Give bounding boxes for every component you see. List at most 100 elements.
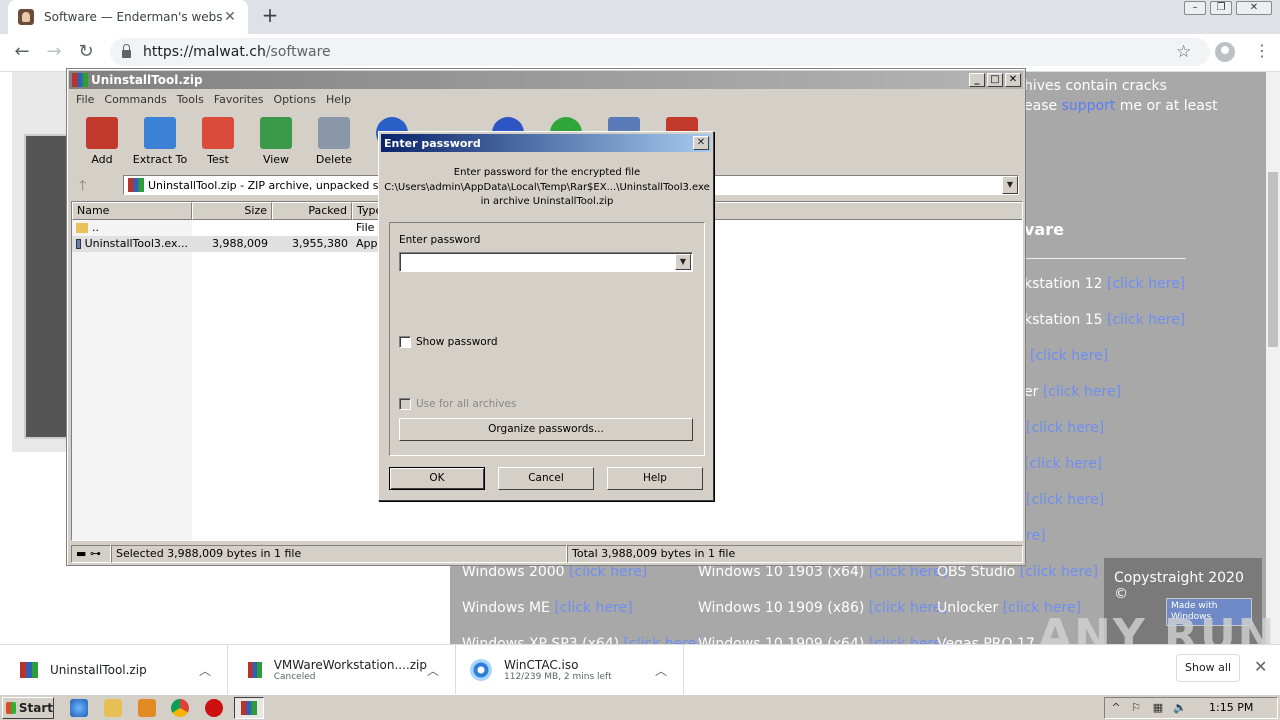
tab-close-icon[interactable]: ✕ xyxy=(222,9,238,25)
download-link[interactable]: [click here] xyxy=(1026,492,1104,508)
drive-icon: ▬ ⊶ xyxy=(71,545,111,563)
dialog-close-icon[interactable]: ✕ xyxy=(693,136,709,150)
help-button[interactable]: Help xyxy=(607,467,703,490)
chevron-up-icon[interactable]: ︿ xyxy=(427,662,439,679)
action-center-flag-icon[interactable]: ⚐ xyxy=(1129,701,1143,715)
volume-icon[interactable]: 🔈 xyxy=(1173,701,1187,715)
download-link[interactable]: [click here] xyxy=(569,564,647,580)
winrar-close-button[interactable]: ✕ xyxy=(1005,73,1021,87)
organize-passwords-button[interactable]: Organize passwords... xyxy=(399,418,693,441)
lock-icon xyxy=(122,44,131,58)
winrar-menubar: File Commands Tools Favorites Options He… xyxy=(71,91,356,109)
download-link[interactable]: [click here] xyxy=(1026,420,1104,436)
toolbar-button-view[interactable]: View xyxy=(247,113,305,169)
download-link[interactable]: [click here] xyxy=(1107,312,1185,328)
ok-button[interactable]: OK xyxy=(389,467,485,490)
minimize-button[interactable]: – xyxy=(1184,1,1206,15)
software-item: Windows 2000 [click here] xyxy=(462,564,648,580)
bookmark-star-icon[interactable]: ☆ xyxy=(1176,42,1191,62)
forward-arrow-icon[interactable]: → xyxy=(42,41,66,65)
download-item[interactable]: VMWareWorkstation....zip Canceled ︿ xyxy=(228,645,456,695)
downloads-shelf: UninstallTool.zip ︿ VMWareWorkstation...… xyxy=(0,644,1280,695)
menu-commands[interactable]: Commands xyxy=(99,91,171,109)
menu-options[interactable]: Options xyxy=(269,91,321,109)
menu-favorites[interactable]: Favorites xyxy=(209,91,269,109)
winrar-maximize-button[interactable]: □ xyxy=(987,73,1003,87)
download-link[interactable]: [click here] xyxy=(1030,348,1108,364)
menu-help[interactable]: Help xyxy=(321,91,356,109)
download-link[interactable]: [click here] xyxy=(1024,456,1102,472)
download-link[interactable]: [click here] xyxy=(624,636,702,644)
clock[interactable]: 1:15 PM xyxy=(1209,701,1253,714)
download-link[interactable]: [click here] xyxy=(1107,276,1185,292)
toolbar-button-extract-to[interactable]: Extract To xyxy=(131,113,189,169)
explorer-folder-icon[interactable] xyxy=(104,699,122,717)
toolbar-label: Extract To xyxy=(132,153,188,166)
windows-flag-icon xyxy=(6,702,16,714)
download-link[interactable]: [click here] xyxy=(554,600,632,616)
close-window-button[interactable]: ✕ xyxy=(1236,1,1272,15)
password-input[interactable] xyxy=(403,255,673,269)
opera-icon[interactable] xyxy=(205,699,223,717)
checkbox-icon[interactable] xyxy=(399,398,411,410)
download-link[interactable]: [click here] xyxy=(869,564,947,580)
tray-expand-icon[interactable]: ^ xyxy=(1109,701,1123,715)
download-link[interactable]: [click here] xyxy=(1020,564,1098,580)
browser-tab[interactable]: Software — Enderman's website ✕ xyxy=(8,0,248,34)
download-item[interactable]: UninstallTool.zip ︿ xyxy=(0,645,228,695)
support-link[interactable]: support xyxy=(1062,98,1116,114)
winrar-minimize-button[interactable]: _ xyxy=(969,73,985,87)
ie-icon[interactable] xyxy=(70,699,88,717)
password-dropdown-icon[interactable]: ▼ xyxy=(675,254,691,270)
winrar-titlebar[interactable]: UninstallTool.zip _ □ ✕ xyxy=(69,71,1023,89)
address-bar[interactable]: https://malwat.ch/software xyxy=(110,38,1210,66)
media-player-icon[interactable] xyxy=(138,699,156,717)
winrar-icon xyxy=(241,701,257,715)
toolbar-button-add[interactable]: Add xyxy=(73,113,131,169)
password-combobox[interactable]: ▼ xyxy=(399,252,693,272)
chevron-up-icon[interactable]: ︿ xyxy=(199,662,211,679)
winrar-statusbar: ▬ ⊶ Selected 3,988,009 bytes in 1 file T… xyxy=(71,545,1023,563)
col-packed[interactable]: Packed xyxy=(272,202,352,220)
checkbox-icon[interactable] xyxy=(399,336,411,348)
toolbar-label: Delete xyxy=(315,153,353,166)
browser-menu-icon[interactable]: ⋮ xyxy=(1254,41,1270,60)
new-tab-button[interactable]: + xyxy=(258,4,282,28)
toolbar-button-delete[interactable]: Delete xyxy=(305,113,363,169)
download-link[interactable]: re] xyxy=(1026,528,1046,544)
cancel-button[interactable]: Cancel xyxy=(498,467,594,490)
up-folder-icon[interactable]: 🡑 xyxy=(79,175,86,199)
view-icon xyxy=(260,117,292,149)
back-arrow-icon[interactable]: ← xyxy=(10,41,34,65)
page-scrollbar[interactable] xyxy=(1266,72,1280,644)
chevron-up-icon[interactable]: ︿ xyxy=(655,662,667,679)
table-row[interactable]: .. File I xyxy=(72,220,412,236)
download-item[interactable]: WinCTAC.iso 112/239 MB, 2 mins left ︿ xyxy=(456,645,684,695)
col-name[interactable]: Name xyxy=(72,202,192,220)
chrome-icon[interactable] xyxy=(171,699,189,717)
download-link[interactable]: [click here] xyxy=(1043,384,1121,400)
winrar-taskbar-button[interactable] xyxy=(234,697,264,719)
dialog-titlebar[interactable]: Enter password ✕ xyxy=(381,134,711,152)
reload-icon[interactable]: ↻ xyxy=(74,41,98,65)
table-row[interactable]: UninstallTool3.ex... 3,988,009 3,955,380… xyxy=(72,236,412,252)
scrollbar-thumb[interactable] xyxy=(1268,172,1278,347)
col-size[interactable]: Size xyxy=(192,202,272,220)
use-for-all-archives-checkbox[interactable]: Use for all archives xyxy=(399,398,516,410)
path-dropdown-icon[interactable]: ▼ xyxy=(1002,176,1018,194)
profile-avatar-icon[interactable] xyxy=(1215,42,1235,62)
download-link[interactable]: [click here] xyxy=(869,600,947,616)
toolbar-button-test[interactable]: Test xyxy=(189,113,247,169)
network-icon[interactable]: ▦ xyxy=(1151,701,1165,715)
toolbar-label: Add xyxy=(91,153,113,166)
close-shelf-icon[interactable]: ✕ xyxy=(1254,657,1267,676)
download-link[interactable]: [click here] xyxy=(869,636,947,644)
start-button[interactable]: Start xyxy=(2,697,54,719)
show-password-checkbox[interactable]: Show password xyxy=(399,336,498,348)
menu-file[interactable]: File xyxy=(71,91,99,109)
software-item: [click here] xyxy=(1030,348,1108,364)
restore-button[interactable]: ❐ xyxy=(1210,1,1232,15)
menu-tools[interactable]: Tools xyxy=(172,91,209,109)
intro-text-line-2: ease support me or at least xyxy=(1024,98,1218,114)
show-all-button[interactable]: Show all xyxy=(1176,654,1240,682)
